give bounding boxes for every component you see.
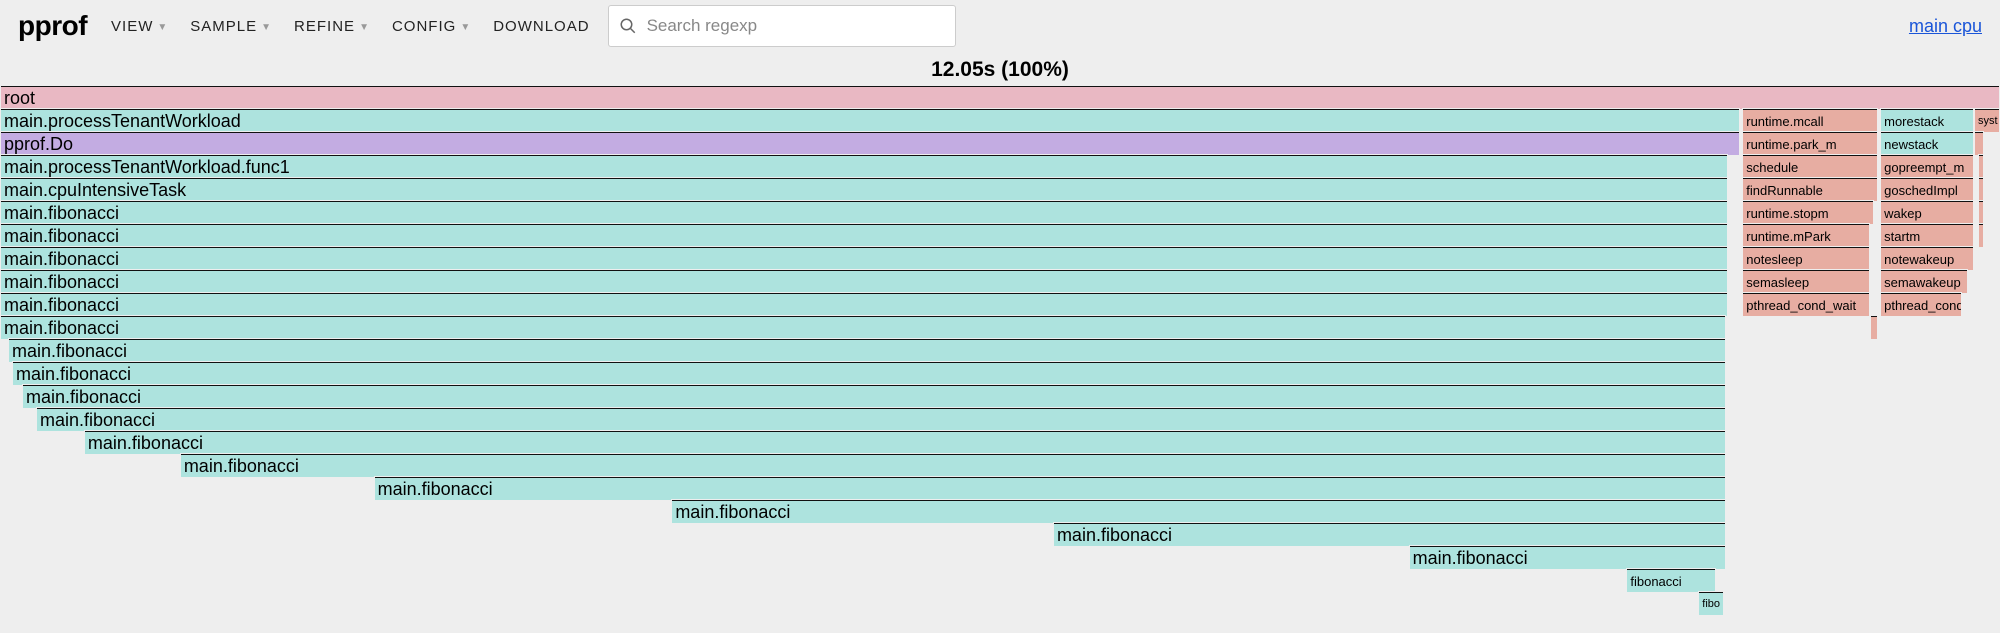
flame-box[interactable]: [1979, 155, 1983, 178]
menu-download[interactable]: DOWNLOAD: [489, 14, 593, 39]
brand-title: pprof: [18, 10, 87, 42]
flame-box[interactable]: main.fibonacci: [1, 293, 1727, 316]
flame-row: main.cpuIntensiveTask findRunnablegosched…: [1, 178, 1999, 201]
menu-sample[interactable]: SAMPLE ▼: [186, 14, 276, 39]
flame-box[interactable]: schedule: [1743, 155, 1877, 178]
flame-row: main.fibonacci: [1, 339, 1999, 362]
chevron-down-icon: ▼: [157, 22, 168, 33]
flame-box[interactable]: main.fibonacci: [672, 500, 1725, 523]
flame-box[interactable]: newstack: [1881, 132, 1973, 155]
flame-box[interactable]: root: [1, 86, 1999, 109]
search-icon: [619, 17, 637, 35]
flame-box[interactable]: semawakeup: [1881, 270, 1967, 293]
flame-box[interactable]: main.fibonacci: [85, 431, 1725, 454]
flame-box[interactable]: main.fibonacci: [1, 201, 1727, 224]
flame-box[interactable]: findRunnable: [1743, 178, 1877, 201]
flame-box[interactable]: runtime.park_m: [1743, 132, 1877, 155]
flame-box[interactable]: notewakeup: [1881, 247, 1973, 270]
flame-graph[interactable]: rootmain.processTenantWorkloadruntime.mc…: [1, 86, 1999, 615]
chevron-down-icon: ▼: [460, 22, 471, 33]
menu-view[interactable]: VIEW ▼: [107, 14, 172, 39]
flame-box[interactable]: semasleep: [1743, 270, 1869, 293]
menu-view-label: VIEW: [111, 18, 153, 35]
flame-box[interactable]: [1979, 201, 1983, 224]
flame-row: fibo: [1, 592, 1999, 615]
flame-box[interactable]: pthread_cond_: [1881, 293, 1961, 316]
flame-box[interactable]: main.fibonacci: [13, 362, 1725, 385]
flame-box[interactable]: main.processTenantWorkload.func1: [1, 155, 1727, 178]
menu-config[interactable]: CONFIG ▼: [388, 14, 475, 39]
flame-row: main.fibonacci: [1, 500, 1999, 523]
flame-box[interactable]: [1871, 316, 1877, 339]
flame-box[interactable]: main.fibonacci: [181, 454, 1725, 477]
flame-box[interactable]: main.fibonacci: [1054, 523, 1725, 546]
flame-box[interactable]: [1979, 224, 1983, 247]
flame-box[interactable]: fibonacci: [1627, 569, 1715, 592]
flame-box[interactable]: main.fibonacci: [1, 224, 1727, 247]
flame-box[interactable]: morestack: [1881, 109, 1973, 132]
menu-config-label: CONFIG: [392, 18, 456, 35]
flame-row: main.fibonacci: [1, 385, 1999, 408]
topbar: pprof VIEW ▼ SAMPLE ▼ REFINE ▼ CONFIG ▼ …: [0, 0, 2000, 52]
search-box[interactable]: [608, 5, 956, 47]
flame-row: main.fibonacci: [1, 454, 1999, 477]
flame-box[interactable]: main.cpuIntensiveTask: [1, 178, 1727, 201]
flame-row: main.fibonacci: [1, 477, 1999, 500]
flame-row: main.processTenantWorkload.func1 schedule…: [1, 155, 1999, 178]
flame-box[interactable]: syst: [1975, 109, 1999, 132]
flame-row: main.fibonacci pthread_cond_wait pthread_c…: [1, 293, 1999, 316]
flame-box[interactable]: startm: [1881, 224, 1973, 247]
flame-box[interactable]: main.fibonacci: [9, 339, 1725, 362]
flame-box[interactable]: runtime.mPark: [1743, 224, 1869, 247]
flame-row: main.fibonacci: [1, 546, 1999, 569]
flame-box[interactable]: main.fibonacci: [1, 247, 1727, 270]
flame-box[interactable]: fibo: [1699, 592, 1723, 615]
flame-row: pprof.Doruntime.park_mnewstack: [1, 132, 1999, 155]
totals-label: 12.05s (100%): [0, 58, 2000, 82]
menu-sample-label: SAMPLE: [190, 18, 257, 35]
flame-box[interactable]: main.fibonacci: [375, 477, 1726, 500]
menu-refine[interactable]: REFINE ▼: [290, 14, 374, 39]
flame-row: main.fibonacci: [1, 362, 1999, 385]
flame-box[interactable]: pthread_cond_wait: [1743, 293, 1869, 316]
flame-box[interactable]: main.fibonacci: [1410, 546, 1726, 569]
flame-row: main.fibonacci: [1, 523, 1999, 546]
flame-box[interactable]: main.fibonacci: [1, 316, 1725, 339]
menu-download-label: DOWNLOAD: [493, 18, 589, 35]
profile-link[interactable]: main cpu: [1909, 16, 1982, 37]
flame-box[interactable]: goschedImpl: [1881, 178, 1973, 201]
flame-row: main.fibonacci: [1, 431, 1999, 454]
flame-row: main.fibonacci: [1, 316, 1999, 339]
flame-box[interactable]: main.fibonacci: [1, 270, 1727, 293]
flame-box[interactable]: main.processTenantWorkload: [1, 109, 1739, 132]
flame-box[interactable]: main.fibonacci: [37, 408, 1725, 431]
menu-refine-label: REFINE: [294, 18, 355, 35]
flame-box[interactable]: runtime.stopm: [1743, 201, 1873, 224]
flame-row: main.fibonacci notesleep notewakeup: [1, 247, 1999, 270]
flame-row: main.processTenantWorkloadruntime.mcallm…: [1, 109, 1999, 132]
flame-row: main.fibonacci: [1, 408, 1999, 431]
flame-row: main.fibonacci runtime.stopm wakep: [1, 201, 1999, 224]
flame-box[interactable]: pprof.Do: [1, 132, 1739, 155]
flame-box[interactable]: main.fibonacci: [23, 385, 1725, 408]
flame-row: root: [1, 86, 1999, 109]
flame-box[interactable]: wakep: [1881, 201, 1973, 224]
flame-box[interactable]: gopreempt_m: [1881, 155, 1973, 178]
search-input[interactable]: [645, 15, 945, 37]
flame-box[interactable]: notesleep: [1743, 247, 1869, 270]
chevron-down-icon: ▼: [359, 22, 370, 33]
flame-row: main.fibonacci runtime.mPark startm: [1, 224, 1999, 247]
flame-row: fibonacci: [1, 569, 1999, 592]
flame-box[interactable]: [1975, 132, 1983, 155]
flame-box[interactable]: [1979, 178, 1983, 201]
chevron-down-icon: ▼: [261, 22, 272, 33]
flame-row: main.fibonacci semasleep semawakeup: [1, 270, 1999, 293]
flame-box[interactable]: runtime.mcall: [1743, 109, 1877, 132]
